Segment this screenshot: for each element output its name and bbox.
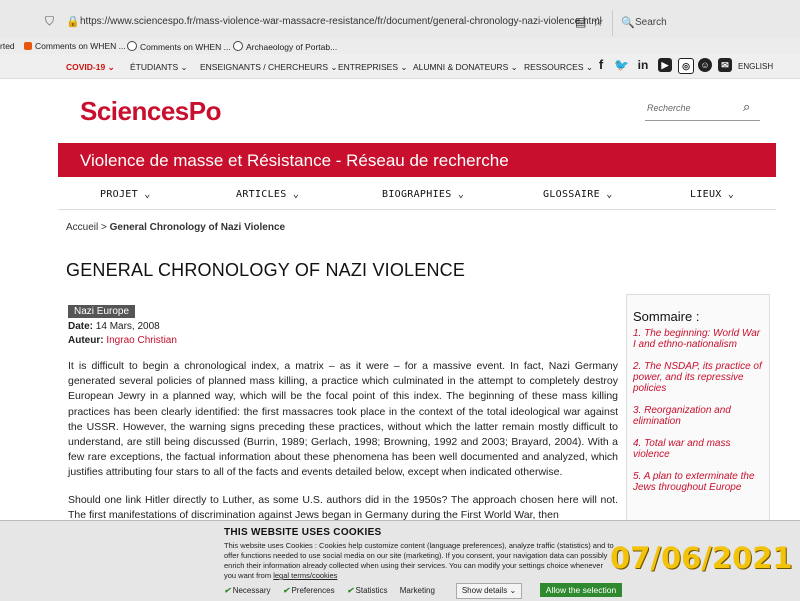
topnav-entreprises[interactable]: ENTREPRISES ⌄: [338, 62, 407, 73]
reader-view-icon[interactable]: ▤: [575, 15, 586, 29]
checkmark-icon: ✔: [346, 586, 354, 595]
photo-date-stamp: 07/06/2021: [610, 541, 793, 575]
bookmark-item[interactable]: Comments on WHEN ...: [127, 41, 231, 52]
date-value: 14 Mars, 2008: [95, 321, 160, 332]
topnav-alumni[interactable]: ALUMNI & DONATEURS ⌄: [413, 62, 518, 73]
toc-item[interactable]: 1. The beginning: World War I and ethno-…: [633, 328, 763, 350]
toc-item[interactable]: 3. Reorganization and elimination: [633, 405, 763, 427]
top-navigation: COVID-19 ⌄ ÉTUDIANTS ⌄ ENSEIGNANTS / CHE…: [0, 54, 800, 79]
paragraph: Should one link Hitler directly to Luthe…: [68, 493, 618, 521]
shield-icon[interactable]: ⛉: [45, 14, 57, 28]
twitter-icon[interactable]: 🐦: [614, 58, 629, 72]
bookmark-item[interactable]: rted: [0, 41, 15, 51]
topnav-etudiants[interactable]: ÉTUDIANTS ⌄: [130, 62, 188, 73]
checkmark-icon: ✔: [282, 586, 290, 595]
breadcrumb-current: General Chronology of Nazi Violence: [109, 222, 286, 233]
main-navigation: PROJET ⌄ ARTICLES ⌄ BIOGRAPHIES ⌄ GLOSSA…: [58, 179, 776, 210]
facebook-icon[interactable]: f: [594, 58, 608, 72]
bookmark-item[interactable]: Archaeology of Portab...: [233, 41, 337, 52]
date-label: Date:: [68, 321, 94, 332]
breadcrumb: Accueil > General Chronology of Nazi Vio…: [66, 222, 285, 233]
nav-articles[interactable]: ARTICLES ⌄: [236, 189, 299, 200]
toc-item[interactable]: 2. The NSDAP, its practice of power, and…: [633, 361, 763, 394]
bookmark-star-icon[interactable]: ☆: [592, 14, 604, 30]
web-page: COVID-19 ⌄ ÉTUDIANTS ⌄ ENSEIGNANTS / CHE…: [0, 54, 800, 601]
globe-icon: [233, 41, 243, 51]
topnav-ressources[interactable]: RESSOURCES ⌄: [524, 62, 593, 73]
legal-terms-link[interactable]: legal terms/cookies: [273, 571, 337, 580]
table-of-contents: Sommaire : 1. The beginning: World War I…: [626, 294, 770, 546]
paragraph: It is difficult to begin a chronological…: [68, 360, 618, 479]
allow-selection-button[interactable]: Allow the selection: [540, 583, 622, 597]
banner-title[interactable]: Violence de masse et Résistance - Réseau…: [80, 151, 509, 171]
bookmark-item[interactable]: Comments on WHEN ...: [24, 41, 126, 51]
chevron-down-icon: ⌄: [509, 586, 517, 595]
globe-icon: [127, 41, 137, 51]
article-body: It is difficult to begin a chronological…: [68, 359, 618, 535]
cookie-text: This website uses Cookies : Cookies help…: [224, 541, 614, 581]
toc-item[interactable]: 5. A plan to exterminate the Jews throug…: [633, 471, 763, 493]
category-tag[interactable]: Nazi Europe: [68, 305, 136, 318]
breadcrumb-separator: >: [101, 222, 107, 233]
nav-lieux[interactable]: LIEUX ⌄: [690, 189, 734, 200]
bookmarks-bar: rted Comments on WHEN ... Comments on WH…: [0, 38, 800, 54]
linkedin-icon[interactable]: in: [636, 58, 650, 72]
cookie-title: THIS WEBSITE USES COOKIES: [224, 527, 382, 538]
youtube-icon[interactable]: ▶: [658, 58, 672, 72]
topnav-covid[interactable]: COVID-19 ⌄: [66, 62, 115, 73]
toc-heading: Sommaire :: [633, 309, 700, 324]
site-search[interactable]: Recherche ⌕: [645, 96, 760, 121]
option-statistics[interactable]: ✔ Statistics: [347, 586, 388, 595]
option-necessary[interactable]: ✔ Necessary: [224, 586, 271, 595]
instagram-icon[interactable]: ◎: [678, 58, 694, 74]
lock-icon[interactable]: 🔒: [66, 15, 80, 28]
author-link[interactable]: Ingrao Christian: [106, 335, 177, 346]
toc-item[interactable]: 4. Total war and mass violence: [633, 438, 763, 460]
topnav-enseignants[interactable]: ENSEIGNANTS / CHERCHEURS ⌄: [200, 62, 337, 73]
section-banner: Violence de masse et Résistance - Réseau…: [58, 143, 776, 177]
page-title: GENERAL CHRONOLOGY OF NAZI VIOLENCE: [66, 260, 466, 280]
author-label: Auteur:: [68, 335, 104, 346]
address-bar[interactable]: https://www.sciencespo.fr/mass-violence-…: [80, 16, 602, 27]
email-icon[interactable]: ✉: [718, 58, 732, 72]
article-author: Auteur: Ingrao Christian: [68, 335, 177, 346]
show-details-button[interactable]: Show details ⌄: [456, 583, 522, 599]
checkmark-icon: ✔: [224, 586, 231, 595]
language-switch[interactable]: ENGLISH: [738, 62, 773, 71]
sciencespo-logo[interactable]: SciencesPo: [80, 96, 221, 127]
nav-biographies[interactable]: BIOGRAPHIES ⌄: [382, 189, 464, 200]
option-marketing[interactable]: Marketing: [400, 586, 435, 595]
snapchat-icon[interactable]: ☺: [698, 58, 712, 72]
cookie-options: ✔ Necessary ✔ Preferences ✔ Statistics Mark…: [224, 586, 445, 595]
nav-projet[interactable]: PROJET ⌄: [100, 189, 151, 200]
article-date: Date: 14 Mars, 2008: [68, 321, 160, 332]
browser-search-box[interactable]: 🔍 Search: [612, 10, 800, 36]
option-preferences[interactable]: ✔ Preferences: [283, 586, 335, 595]
search-icon[interactable]: ⌕: [743, 99, 750, 115]
breadcrumb-home[interactable]: Accueil: [66, 222, 98, 233]
blogger-icon: [24, 42, 32, 50]
nav-glossaire[interactable]: GLOSSAIRE ⌄: [543, 189, 613, 200]
toc-list: 1. The beginning: World War I and ethno-…: [633, 328, 763, 504]
site-search-placeholder[interactable]: Recherche: [647, 103, 691, 113]
search-icon: 🔍: [621, 17, 635, 29]
browser-search-placeholder: Search: [635, 17, 667, 28]
